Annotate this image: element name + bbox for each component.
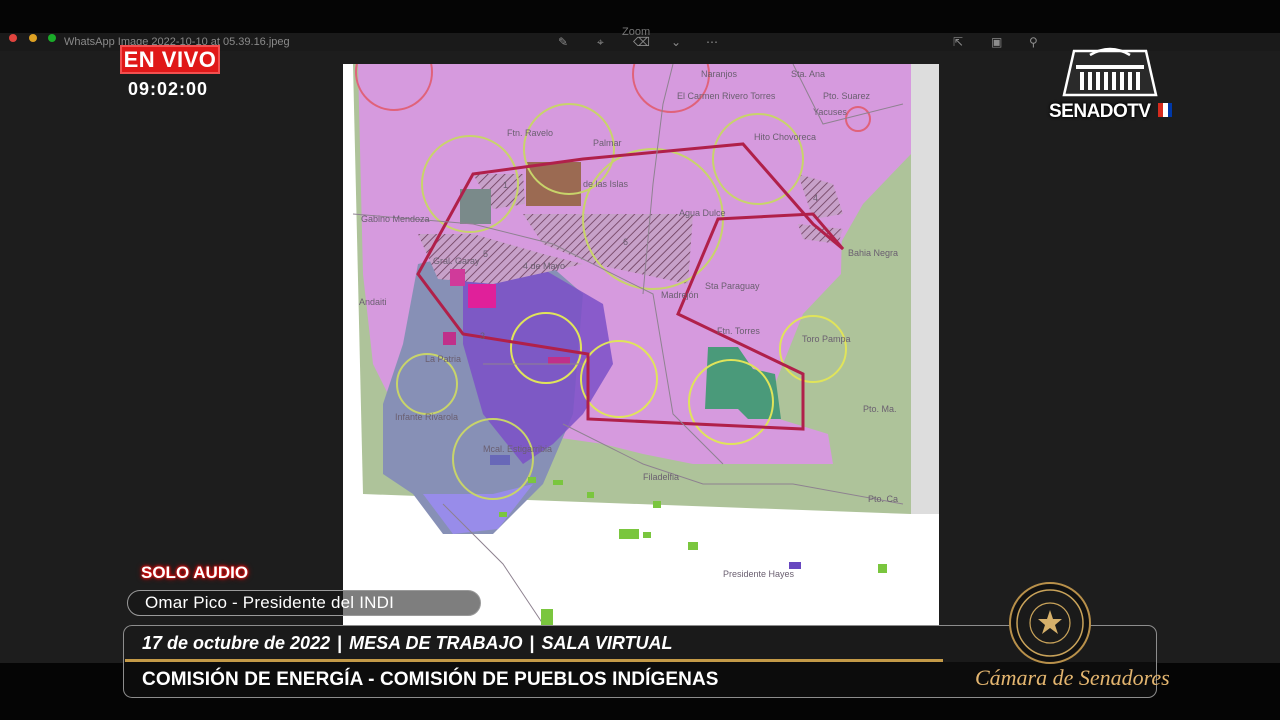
map-image: Naranjos Sta. Ana El Carmen Rivero Torre…: [343, 64, 939, 630]
map-label-presidente-hayes: Presidente Hayes: [723, 569, 795, 579]
session-type: MESA DE TRABAJO: [349, 633, 523, 653]
speaker-name: Omar Pico - Presidente del INDI: [145, 593, 395, 612]
markup-icon[interactable]: ✎: [558, 36, 568, 48]
commission-title: COMISIÓN DE ENERGÍA - COMISIÓN DE PUEBLO…: [142, 669, 719, 690]
map-label-6: 6: [623, 237, 628, 247]
chevron-down-icon[interactable]: ⌄: [671, 36, 681, 48]
separator: |: [529, 633, 535, 653]
map-label-mcal-estigarribia: Mcal. Estigarribia: [483, 444, 552, 454]
map-label-ftn-ravelo: Ftn. Ravelo: [507, 128, 553, 138]
chamber-name: Cámara de Senadores: [975, 665, 1170, 690]
minimize-window-button[interactable]: [29, 34, 37, 42]
map-label-gabino-mendoza: Gabino Mendoza: [361, 214, 430, 224]
map-label-la-patria: La Patria: [425, 354, 461, 364]
audio-only-label: SOLO AUDIO: [141, 563, 249, 582]
map-label-infante-rivarola: Infante Rivarola: [395, 412, 458, 422]
map-label-palmar: Palmar: [593, 138, 622, 148]
map-label-toro-pampa: Toro Pampa: [802, 334, 851, 344]
gold-divider: [125, 659, 943, 662]
map-label-pto-suarez: Pto. Suarez: [823, 91, 871, 101]
live-badge: EN VIVO: [120, 45, 220, 74]
map-label-3: 3: [480, 331, 485, 341]
map-label-pto-ma: Pto. Ma.: [863, 404, 897, 414]
session-room: SALA VIRTUAL: [541, 633, 673, 653]
channel-name: SENADOTV: [1049, 101, 1151, 122]
map-label-sta-ana: Sta. Ana: [791, 69, 825, 79]
session-date: 17 de octubre de 2022: [142, 633, 331, 653]
map-label-4: 4: [813, 193, 818, 203]
map-label-naranjos: Naranjos: [701, 69, 738, 79]
map-label-5: 5: [483, 249, 488, 259]
map-label-sta-paraguay: Sta Paraguay: [705, 281, 760, 291]
broadcast-time: 09:02:00: [128, 79, 209, 99]
window-icon[interactable]: ▣: [991, 36, 1002, 48]
session-info: 17 de octubre de 2022 | MESA DE TRABAJO | SA…: [142, 633, 673, 654]
separator: |: [337, 633, 343, 653]
crop-icon[interactable]: ⌖: [597, 36, 604, 48]
search-icon[interactable]: ⚲: [1029, 36, 1038, 48]
map-label-pto-ca: Pto. Ca: [868, 494, 898, 504]
map-label-de-las-islas: de las Islas: [583, 179, 629, 189]
map-label-bahia-negra: Bahia Negra: [848, 248, 898, 258]
more-icon[interactable]: ⋯: [706, 36, 718, 48]
map-svg: Naranjos Sta. Ana El Carmen Rivero Torre…: [343, 64, 939, 630]
map-label-ftn-torres: Ftn. Torres: [717, 326, 760, 336]
senate-seal-icon: [1009, 582, 1091, 664]
map-label-madrejon: Madrejón: [661, 290, 699, 300]
map-label-gral-garay: Gral. Garay: [433, 256, 480, 266]
map-label-yacuses: Yacuses: [813, 107, 847, 117]
map-label-1: 1: [503, 180, 508, 190]
trash-icon[interactable]: ⌫: [633, 36, 650, 48]
map-label-4-de-mayo: 4 de Mayo: [523, 261, 565, 271]
map-label-agua-dulce: Agua Dulce: [679, 208, 726, 218]
map-label-el-carmen: El Carmen Rivero Torres: [677, 91, 776, 101]
maximize-window-button[interactable]: [48, 34, 56, 42]
close-window-button[interactable]: [9, 34, 17, 42]
expand-icon[interactable]: ⇱: [953, 36, 963, 48]
map-label-andaiti: Andaiti: [359, 297, 387, 307]
map-label-filadelfia: Filadelfia: [643, 472, 679, 482]
map-label-hito-chovoreca: Hito Chovoreca: [754, 132, 816, 142]
